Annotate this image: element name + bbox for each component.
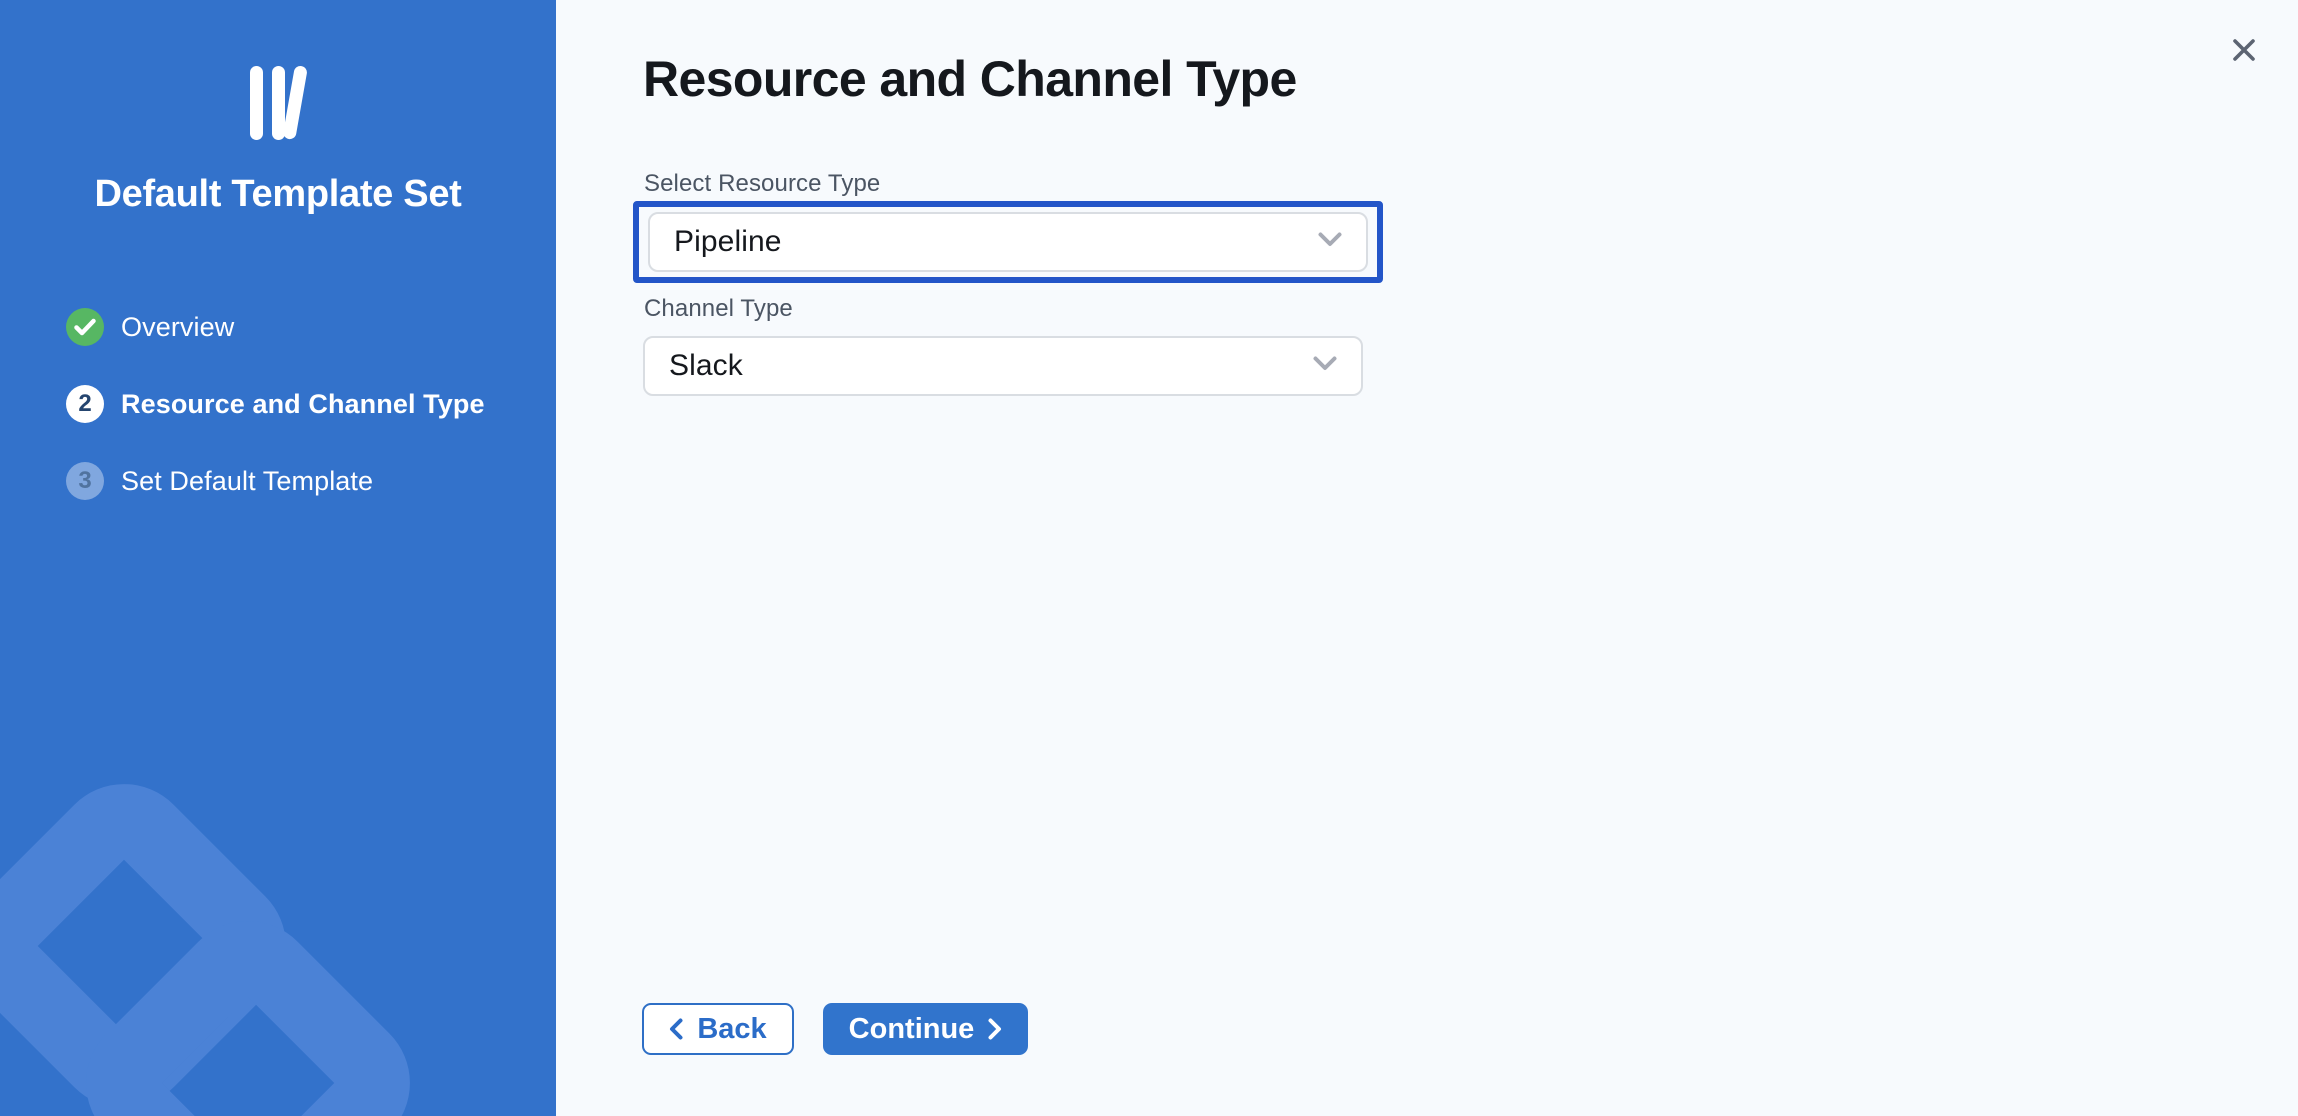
- logo-bar-tilted: [282, 65, 308, 140]
- step-label: Set Default Template: [121, 466, 373, 497]
- check-icon: [66, 308, 104, 346]
- wizard-content: Resource and Channel Type Select Resourc…: [556, 0, 2298, 1116]
- continue-button-label: Continue: [849, 1013, 975, 1046]
- chevron-down-icon: [1313, 356, 1337, 376]
- focus-highlight-border: Pipeline: [633, 201, 1383, 283]
- step-label: Overview: [121, 312, 234, 343]
- brand-logo-icon: [0, 66, 556, 146]
- chevron-left-icon: [669, 1018, 683, 1040]
- resource-type-value: Pipeline: [674, 225, 782, 259]
- back-button-label: Back: [697, 1013, 766, 1046]
- wizard-steps: Overview 2 Resource and Channel Type 3 S…: [66, 308, 536, 539]
- wizard-modal: Default Template Set Overview 2 Resource…: [0, 0, 2298, 1116]
- channel-type-value: Slack: [669, 349, 743, 383]
- resource-type-select[interactable]: Pipeline: [648, 212, 1368, 272]
- channel-type-select[interactable]: Slack: [643, 336, 1363, 396]
- chevron-down-icon: [1318, 232, 1342, 252]
- step-number-badge: 2: [66, 385, 104, 423]
- wizard-actions: Back Continue: [642, 1003, 1028, 1055]
- back-button[interactable]: Back: [642, 1003, 794, 1055]
- resource-type-label: Select Resource Type: [644, 170, 880, 198]
- sidebar-step-overview[interactable]: Overview: [66, 308, 536, 346]
- logo-bar: [272, 66, 285, 140]
- chevron-right-icon: [988, 1018, 1002, 1040]
- step-label: Resource and Channel Type: [121, 389, 485, 420]
- sidebar-step-resource-and-channel-type[interactable]: 2 Resource and Channel Type: [66, 385, 536, 423]
- close-icon[interactable]: [2218, 24, 2270, 76]
- channel-type-label: Channel Type: [644, 295, 793, 323]
- continue-button[interactable]: Continue: [823, 1003, 1028, 1055]
- sidebar-step-set-default-template[interactable]: 3 Set Default Template: [66, 462, 536, 500]
- logo-bar: [250, 66, 263, 140]
- page-title: Resource and Channel Type: [643, 50, 1297, 108]
- step-number-badge: 3: [66, 462, 104, 500]
- wizard-sidebar: Default Template Set Overview 2 Resource…: [0, 0, 556, 1116]
- template-set-title: Default Template Set: [0, 173, 556, 216]
